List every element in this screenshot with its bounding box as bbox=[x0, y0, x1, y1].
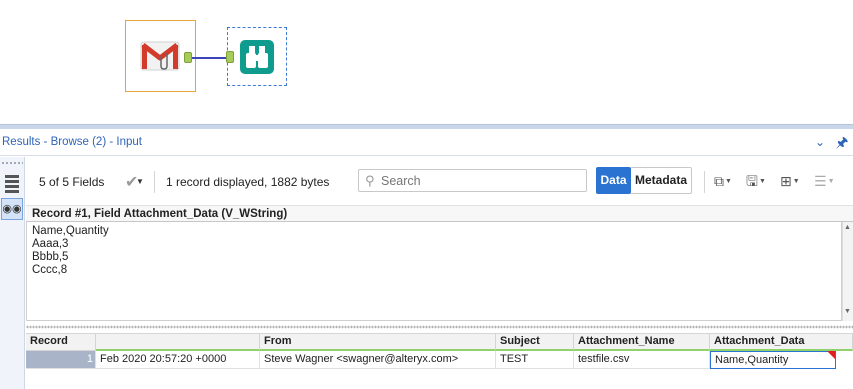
browse-tool[interactable] bbox=[227, 27, 287, 86]
collapse-icon[interactable]: ⌄ bbox=[813, 135, 827, 149]
cell-viewer-header: Record #1, Field Attachment_Data (V_WStr… bbox=[26, 205, 853, 222]
cell-date[interactable]: Feb 2020 20:57:20 +0000 bbox=[96, 351, 260, 369]
binoculars-icon bbox=[240, 40, 274, 74]
pin-icon[interactable]: 🖈 bbox=[835, 134, 849, 150]
table-view-icon[interactable] bbox=[3, 173, 21, 193]
cell-viewer-scrollbar[interactable]: ▲ ▼ bbox=[842, 222, 853, 321]
column-header-attachment-data[interactable]: Attachment_Data bbox=[710, 334, 853, 351]
grid-splitter[interactable] bbox=[26, 321, 853, 334]
row-record-number[interactable]: 1 bbox=[26, 351, 96, 369]
results-left-rail: ◉◉ bbox=[0, 157, 25, 389]
column-header-from[interactable]: From bbox=[260, 334, 496, 351]
search-input[interactable] bbox=[381, 172, 581, 190]
save-icon[interactable]: 🖫▼ bbox=[746, 171, 766, 191]
add-column-icon[interactable]: ⊞▼ bbox=[780, 171, 800, 191]
search-icon: ⚲ bbox=[365, 173, 375, 188]
data-tab-button[interactable]: Data bbox=[596, 167, 631, 194]
cell-from[interactable]: Steve Wagner <swagner@alteryx.com> bbox=[260, 351, 496, 369]
toolbar-divider bbox=[704, 171, 705, 193]
alteryx-designer-window: Results - Browse (2) - Input ⌄ 🖈 ◉◉ 5 of… bbox=[0, 0, 853, 389]
cell-viewer-title: Record #1, Field Attachment_Data (V_WStr… bbox=[32, 208, 288, 220]
results-grid: Record From Subject Attachment_Name Atta… bbox=[26, 334, 853, 389]
truncated-marker bbox=[827, 351, 835, 359]
toolbar-divider bbox=[154, 171, 155, 193]
browse-view-icon[interactable]: ◉◉ bbox=[1, 198, 23, 220]
fields-dropdown[interactable]: 5 of 5 Fields bbox=[39, 175, 104, 189]
cell-attachment-name[interactable]: testfile.csv bbox=[574, 351, 710, 369]
checkmark-icon[interactable]: ✔ bbox=[125, 172, 145, 191]
gmail-icon bbox=[140, 41, 180, 71]
rail-grip bbox=[1, 161, 23, 165]
scroll-down-icon[interactable]: ▼ bbox=[844, 308, 851, 315]
record-info: 1 record displayed, 1882 bytes bbox=[166, 175, 330, 189]
column-header-attachment-name[interactable]: Attachment_Name bbox=[574, 334, 710, 351]
input-anchor[interactable] bbox=[226, 51, 234, 63]
output-anchor[interactable] bbox=[184, 52, 192, 63]
workflow-canvas[interactable] bbox=[0, 0, 853, 124]
results-toolbar: 5 of 5 Fields ▼ ✔ 1 record displayed, 18… bbox=[26, 157, 853, 205]
results-title: Results - Browse (2) - Input bbox=[2, 136, 142, 148]
column-header-record[interactable]: Record bbox=[26, 334, 96, 351]
column-header-date[interactable] bbox=[96, 334, 260, 351]
scroll-up-icon[interactable]: ▲ bbox=[844, 224, 851, 231]
search-box[interactable]: ⚲ bbox=[358, 169, 587, 192]
results-header: Results - Browse (2) - Input ⌄ 🖈 bbox=[0, 129, 853, 156]
metadata-tab-button[interactable]: Metadata bbox=[631, 167, 692, 194]
cell-attachment-data[interactable]: Name,Quantity bbox=[710, 351, 836, 369]
cell-subject[interactable]: TEST bbox=[496, 351, 574, 369]
column-header-subject[interactable]: Subject bbox=[496, 334, 574, 351]
copy-icon[interactable]: ⧉▼ bbox=[714, 171, 732, 191]
connection-line[interactable] bbox=[192, 57, 226, 59]
menu-icon[interactable]: ☰▼ bbox=[814, 171, 835, 191]
cell-viewer-content[interactable]: Name,Quantity Aaaa,3 Bbbb,5 Cccc,8 bbox=[26, 222, 842, 321]
